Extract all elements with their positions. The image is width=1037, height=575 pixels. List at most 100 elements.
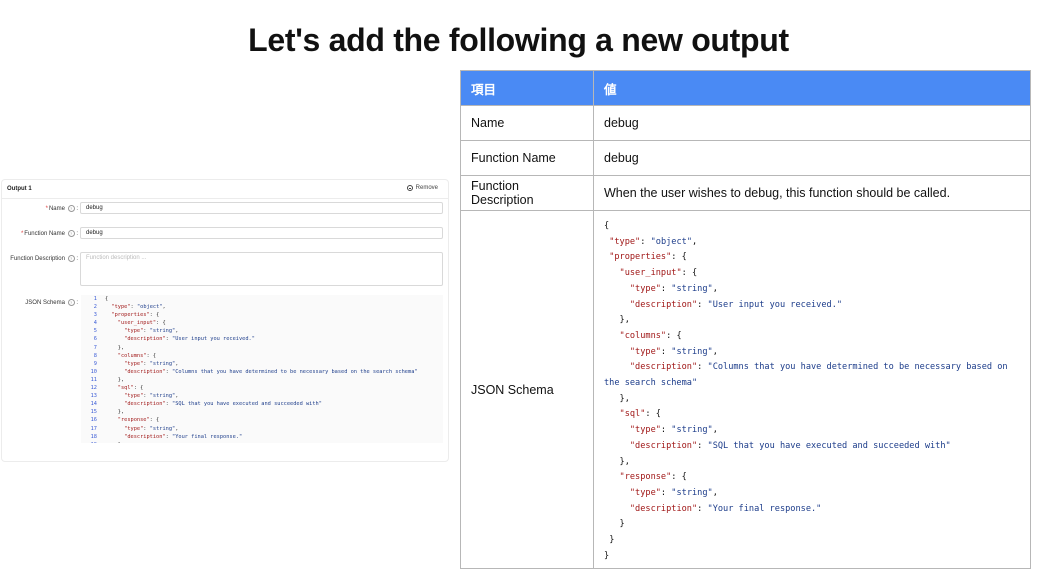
table-row: Function Description When the user wishe… [460, 175, 1031, 211]
code-line: 3 "properties": { [81, 311, 443, 319]
json-key: "response" [117, 417, 150, 424]
json-line: "type": "string", [629, 346, 718, 357]
json-line: { [604, 221, 610, 231]
json-line: "type": "string", [629, 283, 718, 294]
code-line: 10 "description": "Columns that you have… [81, 368, 443, 376]
code-line: 16 "response": { [81, 416, 443, 424]
panel-title: Output 1 [7, 186, 32, 192]
json-line: }, [604, 456, 630, 467]
json-line: "properties": { [609, 252, 687, 263]
line-number: 4 [93, 320, 97, 327]
json-key: "type" [124, 328, 144, 335]
line-number: 10 [90, 368, 97, 375]
json-string: "object" [650, 236, 693, 247]
line-number: 7 [93, 344, 97, 351]
json-line: "type": "string", [629, 425, 718, 436]
table-row: JSON Schema { "type": "object", "propert… [460, 209, 1031, 570]
table-row: Name debug [460, 105, 1031, 141]
json-line: }, [604, 393, 630, 404]
json-string: "string" [671, 487, 713, 498]
code-line: 7 }, [81, 344, 443, 352]
line-number: 2 [93, 304, 97, 311]
help-icon[interactable]: ? [67, 230, 75, 237]
code-line: 6 "description": "User input you receive… [81, 335, 443, 343]
function-name-input[interactable]: debug [80, 227, 443, 239]
json-line: "sql": { [619, 409, 661, 420]
json-string: "User input you received." [172, 336, 255, 343]
json-string: "object" [136, 304, 163, 311]
json-string: "string" [149, 328, 176, 335]
code-text: "response": { [117, 417, 160, 424]
code-line: 19 } [81, 441, 443, 443]
line-number: 19 [81, 441, 105, 443]
json-line: "type": "string", [629, 487, 718, 498]
json-key: "type" [629, 346, 661, 357]
json-line: "description": "Your final response." [629, 503, 822, 514]
code-text: "description": "User input you received.… [124, 336, 255, 343]
header-value: 値 [593, 70, 1031, 106]
json-string: "string" [149, 360, 176, 367]
help-icon[interactable]: ? [67, 205, 75, 212]
json-line: } [604, 550, 610, 561]
code-text: "description": "Your final response." [124, 433, 243, 440]
line-number: 1 [93, 296, 97, 302]
code-line: 11 }, [81, 376, 443, 384]
name-label: *Name ? : [45, 205, 78, 213]
json-schema-editor[interactable]: 1{2 "type": "object", 3 "properties": {4 … [81, 295, 443, 443]
line-number: 9 [93, 360, 97, 367]
line-number: 14 [90, 401, 97, 408]
help-icon[interactable]: ? [67, 299, 75, 306]
json-line: "type": "object", [609, 236, 698, 247]
json-key: "description" [629, 362, 698, 373]
function-description-input[interactable]: Function description ... [80, 252, 443, 286]
code-text: "user_input": { [117, 320, 166, 327]
code-text: "type": "string", [124, 328, 179, 335]
remove-button[interactable]: Remove [406, 185, 438, 191]
json-key: "user_input" [619, 268, 682, 279]
json-string: "string" [671, 283, 713, 294]
page-title: Let's add the following a new output [248, 22, 789, 58]
json-key: "sql" [117, 385, 134, 392]
row-value: debug [593, 105, 1031, 141]
json-line: "description": "User input you received.… [629, 299, 843, 310]
line-number: 13 [90, 393, 97, 400]
json-key: "type" [124, 360, 144, 367]
json-key: "columns" [619, 330, 667, 341]
code-text: "description": "Columns that you have de… [124, 368, 418, 375]
json-key: "description" [124, 368, 166, 375]
json-string: "string" [671, 346, 713, 357]
json-key: "type" [629, 425, 661, 436]
code-text: "properties": { [111, 312, 160, 319]
json-key: "description" [629, 440, 698, 451]
line-number: 6 [93, 336, 97, 343]
line-number: 18 [90, 433, 97, 440]
json-schema-value: { "type": "object", "properties": { "use… [593, 209, 1031, 570]
json-string: "string" [149, 393, 176, 400]
json-line: } [604, 519, 625, 530]
json-key: "description" [124, 433, 166, 440]
line-number: 12 [90, 385, 97, 392]
name-input[interactable]: debug [80, 202, 443, 214]
code-text: "sql": { [117, 385, 144, 392]
json-line: "columns": { [619, 330, 682, 341]
code-text: "type": "object", [111, 304, 166, 311]
header-item: 項目 [460, 70, 594, 106]
code-line: 12 "sql": { [81, 384, 443, 392]
minus-circle-icon [406, 185, 413, 191]
json-string: "string" [671, 425, 713, 436]
json-key: "columns" [117, 352, 147, 359]
line-number: 16 [90, 417, 97, 424]
function-description-label: Function Description ? : [10, 255, 78, 263]
json-key: "type" [124, 393, 144, 400]
line-number: 5 [93, 328, 97, 335]
code-text: { [105, 296, 109, 302]
help-icon[interactable]: ? [67, 255, 75, 262]
code-line: 8 "columns": { [81, 352, 443, 360]
json-string: "Your final response." [707, 503, 822, 514]
code-line: 9 "type": "string", [81, 360, 443, 368]
code-text: "type": "string", [124, 393, 179, 400]
json-key: "sql" [619, 409, 646, 420]
table-header-row: 項目 値 [460, 70, 1031, 106]
remove-label: Remove [415, 185, 438, 191]
code-line: 2 "type": "object", [81, 303, 443, 311]
